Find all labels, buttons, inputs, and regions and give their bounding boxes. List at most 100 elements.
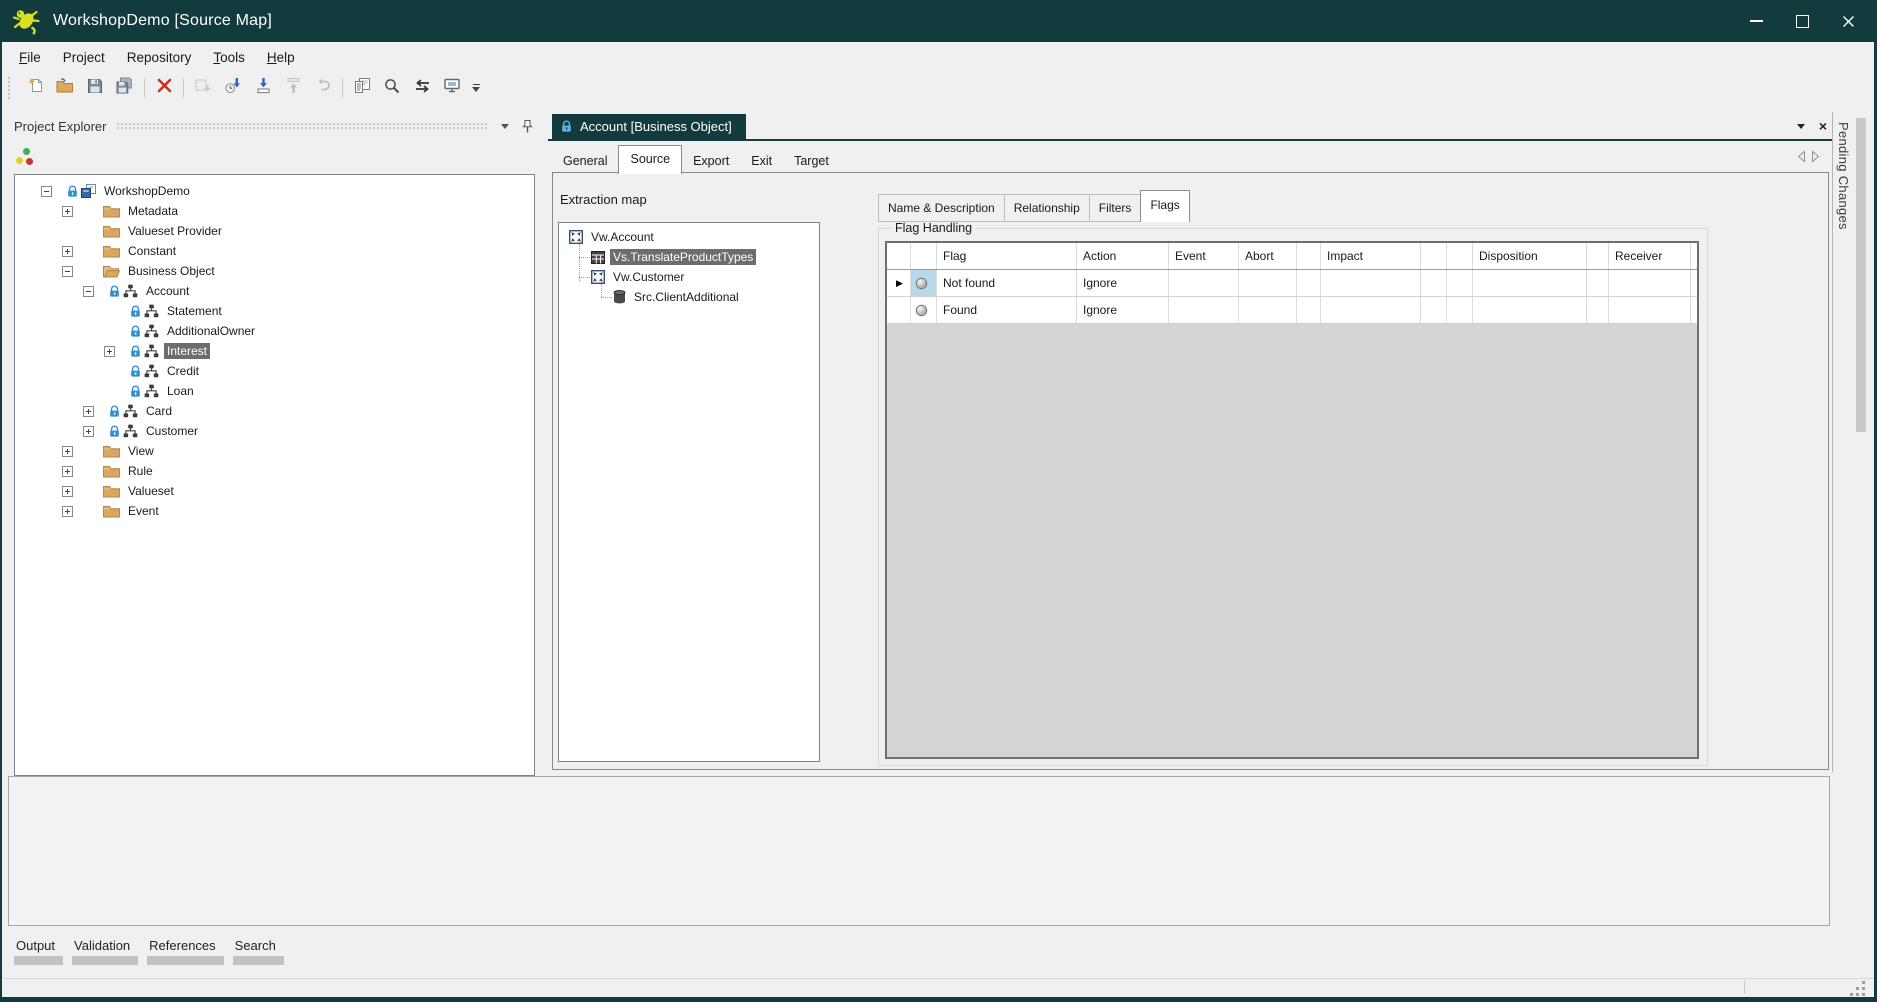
tab-source[interactable]: Source <box>618 145 682 174</box>
bottom-tab-validation[interactable]: Validation <box>72 938 132 965</box>
scroll-right-icon[interactable] <box>1810 150 1821 163</box>
open-button[interactable] <box>50 75 80 101</box>
add-button[interactable] <box>188 75 218 101</box>
check-out-button[interactable] <box>278 75 308 101</box>
row-selector[interactable] <box>887 297 911 323</box>
column-header-impact[interactable]: Impact <box>1321 243 1421 269</box>
new-button[interactable] <box>20 75 50 101</box>
bottom-tab-output[interactable]: Output <box>14 938 57 965</box>
expander-minus-icon[interactable] <box>83 286 94 297</box>
document-close-button[interactable]: × <box>1815 118 1831 134</box>
menu-item-repository[interactable]: Repository <box>116 46 203 69</box>
tree-item-additionalowner[interactable]: AdditionalOwner <box>15 321 534 341</box>
menu-item-project[interactable]: Project <box>52 46 116 69</box>
tree-item-loan[interactable]: Loan <box>15 381 534 401</box>
detail-tab-filters[interactable]: Filters <box>1089 194 1142 222</box>
save-all-button[interactable] <box>110 75 140 101</box>
expander-plus-icon[interactable] <box>62 466 73 477</box>
tree-item-workshopdemo[interactable]: WorkshopDemo <box>15 181 534 201</box>
expander-plus-icon[interactable] <box>104 346 115 357</box>
cell-blank <box>1447 297 1473 323</box>
toolbar-grip[interactable] <box>8 77 13 99</box>
column-header-disposition[interactable]: Disposition <box>1473 243 1587 269</box>
pending-changes-bar[interactable] <box>1856 118 1866 432</box>
detail-tab-relationship[interactable]: Relationship <box>1004 194 1090 222</box>
menu-item-tools[interactable]: Tools <box>202 46 256 69</box>
resize-grip[interactable] <box>1850 981 1865 996</box>
tree-item-view[interactable]: View <box>15 441 534 461</box>
tree-item-metadata[interactable]: Metadata <box>15 201 534 221</box>
close-button[interactable] <box>1825 0 1871 42</box>
tree-item-event[interactable]: Event <box>15 501 534 521</box>
expander-minus-icon[interactable] <box>41 186 52 197</box>
properties-button[interactable] <box>347 75 377 101</box>
minimize-button[interactable] <box>1733 0 1779 42</box>
detail-tab-name-description[interactable]: Name & Description <box>878 194 1005 222</box>
tree-item-business-object[interactable]: Business Object <box>15 261 534 281</box>
flag-state-cell[interactable] <box>911 270 937 296</box>
tree-item-credit[interactable]: Credit <box>15 361 534 381</box>
flag-row-not-found[interactable]: ▶Not foundIgnore <box>887 270 1697 297</box>
delete-button[interactable] <box>149 75 179 101</box>
tree-item-valueset-provider[interactable]: Valueset Provider <box>15 221 534 241</box>
expander-plus-icon[interactable] <box>62 446 73 457</box>
tree-item-constant[interactable]: Constant <box>15 241 534 261</box>
column-header-abort[interactable]: Abort <box>1239 243 1297 269</box>
flag-row-found[interactable]: FoundIgnore <box>887 297 1697 324</box>
flag-sphere-icon <box>915 277 928 290</box>
search-button[interactable] <box>377 75 407 101</box>
expander-plus-icon[interactable] <box>83 426 94 437</box>
map-node-vs-translateproducttypes[interactable]: Vs.TranslateProductTypes <box>559 247 819 267</box>
map-node-vw-customer[interactable]: Vw.Customer <box>559 267 819 287</box>
tree-item-statement[interactable]: Statement <box>15 301 534 321</box>
map-node-label: Vs.TranslateProductTypes <box>610 249 756 265</box>
column-header-receiver[interactable]: Receiver <box>1609 243 1691 269</box>
toolbar-overflow-button[interactable] <box>469 75 483 101</box>
undo-checkout-button[interactable] <box>308 75 338 101</box>
flag-state-cell[interactable] <box>911 297 937 323</box>
tab-general[interactable]: General <box>552 149 618 173</box>
compare-button[interactable] <box>407 75 437 101</box>
column-header-event[interactable]: Event <box>1169 243 1239 269</box>
document-menu-button[interactable] <box>1793 118 1809 134</box>
broadcast-button[interactable] <box>437 75 467 101</box>
tab-exit[interactable]: Exit <box>740 149 783 173</box>
menu-item-help[interactable]: Help <box>256 46 306 69</box>
bottom-tab-references[interactable]: References <box>147 938 217 965</box>
tab-export[interactable]: Export <box>682 149 740 173</box>
column-header-flag[interactable]: Flag <box>937 243 1077 269</box>
tab-target[interactable]: Target <box>783 149 840 173</box>
bottom-tab-search[interactable]: Search <box>233 938 278 965</box>
maximize-button[interactable] <box>1779 0 1825 42</box>
detail-tab-flags[interactable]: Flags <box>1140 190 1189 222</box>
expander-plus-icon[interactable] <box>62 246 73 257</box>
get-latest-button[interactable] <box>248 75 278 101</box>
row-selector[interactable]: ▶ <box>887 270 911 296</box>
panel-menu-button[interactable] <box>496 117 514 135</box>
scroll-left-icon[interactable] <box>1796 150 1807 163</box>
business-object-icon <box>144 324 159 338</box>
expander-plus-icon[interactable] <box>83 406 94 417</box>
cell-event <box>1169 297 1239 323</box>
tree-item-account[interactable]: Account <box>15 281 534 301</box>
tree-item-interest[interactable]: Interest <box>15 341 534 361</box>
tree-item-valueset[interactable]: Valueset <box>15 481 534 501</box>
check-in-button[interactable] <box>218 75 248 101</box>
pending-changes-tab[interactable]: Pending Changes <box>1836 122 1851 230</box>
expander-plus-icon[interactable] <box>62 486 73 497</box>
tree-item-card[interactable]: Card <box>15 401 534 421</box>
expander-plus-icon[interactable] <box>62 506 73 517</box>
expander-minus-icon[interactable] <box>62 266 73 277</box>
map-node-src-clientadditional[interactable]: Src.ClientAdditional <box>559 287 819 307</box>
cell-event <box>1169 270 1239 296</box>
tree-item-label: Metadata <box>125 203 181 219</box>
map-node-vw-account[interactable]: Vw.Account <box>559 227 819 247</box>
menu-item-file[interactable]: File <box>8 46 52 69</box>
expander-plus-icon[interactable] <box>62 206 73 217</box>
panel-pin-button[interactable] <box>518 117 536 135</box>
save-button[interactable] <box>80 75 110 101</box>
tree-item-customer[interactable]: Customer <box>15 421 534 441</box>
column-header-action[interactable]: Action <box>1077 243 1169 269</box>
tree-item-rule[interactable]: Rule <box>15 461 534 481</box>
document-tab[interactable]: Account [Business Object] <box>552 114 746 139</box>
